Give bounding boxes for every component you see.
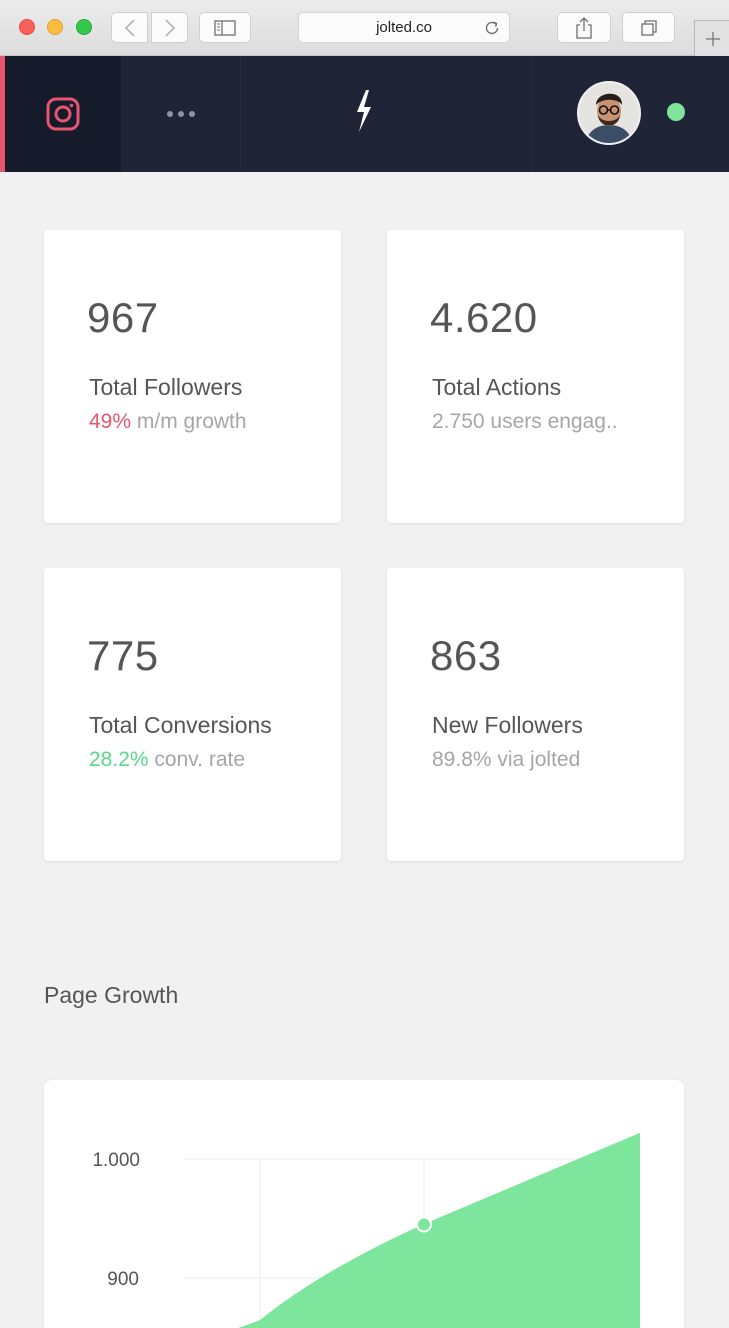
app-header xyxy=(0,56,729,172)
stat-highlight: 28.2% xyxy=(89,748,149,771)
browser-toolbar: jolted.co xyxy=(0,0,729,56)
lightning-bolt-icon xyxy=(357,90,371,132)
stat-highlight: 49% xyxy=(89,410,132,433)
y-tick-label: 900 xyxy=(107,1269,139,1290)
dashboard-main: 967 Total Followers 49% m/m growth 4.620… xyxy=(0,172,729,1328)
stat-value: 775 xyxy=(87,632,159,679)
page-growth-chart: 1.000 900 xyxy=(92,1132,640,1328)
zoom-window-button[interactable] xyxy=(76,19,92,35)
chevron-left-icon xyxy=(124,18,135,37)
stat-subtext: 49% m/m growth xyxy=(89,410,247,433)
tab-instagram[interactable] xyxy=(0,56,121,172)
tabs-icon xyxy=(640,19,657,36)
avatar[interactable] xyxy=(577,81,641,145)
minimize-window-button[interactable] xyxy=(47,19,63,35)
share-icon xyxy=(576,16,592,39)
stat-label: New Followers xyxy=(432,712,583,738)
more-networks-button[interactable] xyxy=(121,56,241,172)
new-tab-button[interactable] xyxy=(694,20,729,56)
online-status-indicator xyxy=(667,103,685,121)
page-growth-title: Page Growth xyxy=(44,982,179,1008)
chevron-right-icon xyxy=(164,18,175,37)
data-point[interactable] xyxy=(416,1216,432,1233)
stat-label: Total Actions xyxy=(432,374,562,400)
back-button[interactable] xyxy=(111,12,148,43)
show-tabs-button[interactable] xyxy=(622,12,675,43)
url-text: jolted.co xyxy=(376,19,432,36)
stat-card-new-followers[interactable]: 863 New Followers 89.8% via jolted xyxy=(387,568,684,861)
more-dots-icon xyxy=(166,111,173,117)
plus-icon xyxy=(705,31,720,46)
y-tick-label: 1.000 xyxy=(92,1150,140,1171)
sidebar-icon xyxy=(214,19,236,36)
user-photo-icon xyxy=(579,83,639,143)
stat-label: Total Conversions xyxy=(89,712,272,738)
jolted-logo[interactable] xyxy=(352,89,374,138)
stat-card-total-conversions[interactable]: 775 Total Conversions 28.2% conv. rate xyxy=(44,568,341,861)
stat-card-total-actions[interactable]: 4.620 Total Actions 2.750 users engag.. xyxy=(387,230,684,523)
stat-value: 4.620 xyxy=(430,294,538,341)
close-window-button[interactable] xyxy=(19,19,35,35)
reload-icon[interactable] xyxy=(483,19,501,37)
instagram-icon xyxy=(46,97,80,131)
page-growth-chart-card: 1.000 900 xyxy=(44,1080,684,1328)
user-menu[interactable] xyxy=(532,56,729,172)
stat-value: 863 xyxy=(430,632,502,679)
stat-value: 967 xyxy=(87,294,159,341)
stat-card-total-followers[interactable]: 967 Total Followers 49% m/m growth xyxy=(44,230,341,523)
forward-button[interactable] xyxy=(151,12,188,43)
stat-subtext: 89.8% via jolted xyxy=(432,748,581,771)
address-bar[interactable]: jolted.co xyxy=(298,12,510,43)
stat-subtext: 2.750 users engag.. xyxy=(432,410,618,433)
stat-subtext: 28.2% conv. rate xyxy=(89,748,246,771)
sidebar-toggle-button[interactable] xyxy=(199,12,251,43)
stat-label: Total Followers xyxy=(89,374,243,400)
share-button[interactable] xyxy=(557,12,611,43)
